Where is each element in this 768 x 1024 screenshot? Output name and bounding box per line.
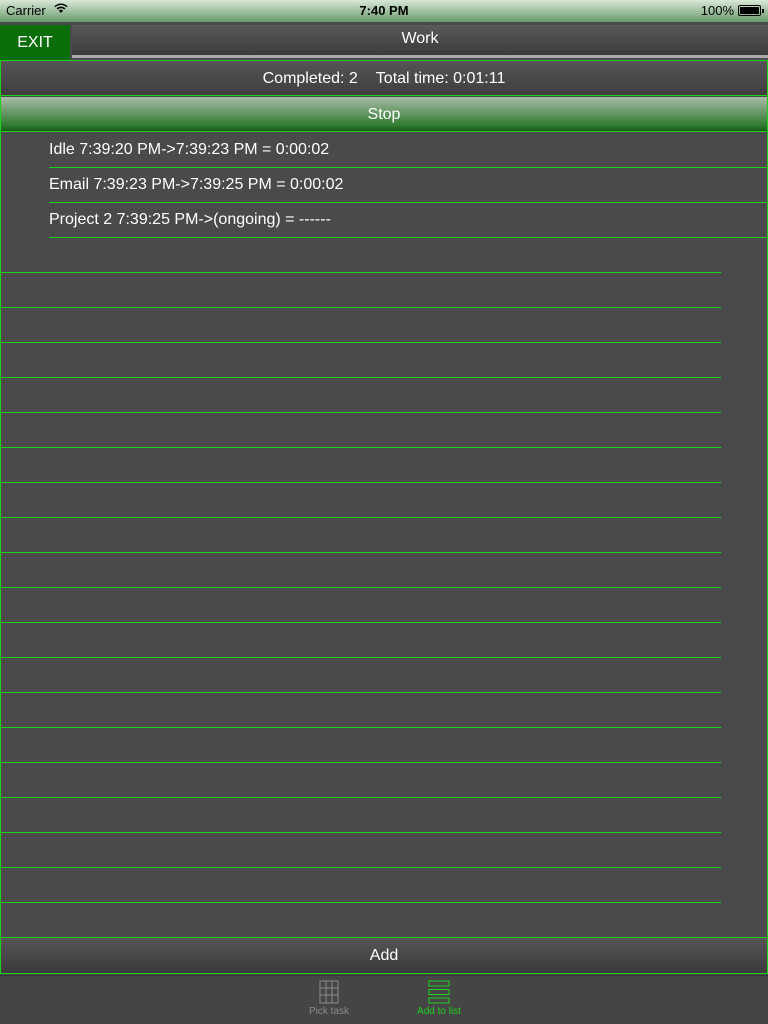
empty-row bbox=[1, 238, 721, 273]
empty-row bbox=[1, 273, 721, 308]
battery-percentage: 100% bbox=[700, 3, 734, 18]
empty-row bbox=[1, 868, 721, 903]
status-bar: Carrier 7:40 PM 100% bbox=[0, 0, 768, 22]
grid-icon bbox=[319, 980, 339, 1004]
add-button[interactable]: Add bbox=[1, 937, 767, 973]
list-item[interactable]: Idle 7:39:20 PM->7:39:23 PM = 0:00:02 bbox=[49, 133, 767, 168]
empty-row bbox=[1, 343, 721, 378]
empty-row bbox=[1, 763, 721, 798]
empty-row bbox=[1, 553, 721, 588]
list-item[interactable]: Project 2 7:39:25 PM->(ongoing) = ------ bbox=[49, 203, 767, 238]
tab-add-to-list[interactable]: Add to list bbox=[404, 976, 474, 1024]
empty-row bbox=[1, 308, 721, 343]
list-item[interactable]: Email 7:39:23 PM->7:39:25 PM = 0:00:02 bbox=[49, 168, 767, 203]
exit-button[interactable]: EXIT bbox=[0, 25, 70, 60]
tab-label: Pick task bbox=[308, 1006, 349, 1017]
list-icon bbox=[428, 980, 450, 1004]
battery-icon bbox=[738, 5, 764, 16]
task-log-list: Idle 7:39:20 PM->7:39:23 PM = 0:00:02 Em… bbox=[1, 133, 767, 938]
empty-row bbox=[1, 378, 721, 413]
empty-row bbox=[1, 798, 721, 833]
empty-row bbox=[1, 658, 721, 693]
empty-row bbox=[1, 588, 721, 623]
page-title: Work bbox=[72, 25, 768, 58]
empty-row bbox=[1, 833, 721, 868]
status-time: 7:40 PM bbox=[359, 3, 409, 18]
empty-row bbox=[1, 728, 721, 763]
empty-row bbox=[1, 483, 721, 518]
summary-bar: Completed: 2 Total time: 0:01:11 bbox=[1, 61, 767, 96]
tab-label: Add to list bbox=[417, 1006, 461, 1017]
tab-pick-task[interactable]: Pick task bbox=[294, 976, 364, 1024]
empty-row bbox=[1, 693, 721, 728]
total-time: Total time: 0:01:11 bbox=[375, 70, 506, 87]
tab-bar: Pick task Add to list bbox=[0, 975, 768, 1024]
empty-row bbox=[1, 623, 721, 658]
stop-button[interactable]: Stop bbox=[1, 97, 767, 132]
empty-row bbox=[1, 413, 721, 448]
empty-row bbox=[1, 518, 721, 553]
timer-panel: Completed: 2 Total time: 0:01:11 Stop Idl… bbox=[0, 60, 768, 974]
empty-row bbox=[1, 448, 721, 483]
completed-count: Completed: 2 bbox=[262, 70, 358, 87]
